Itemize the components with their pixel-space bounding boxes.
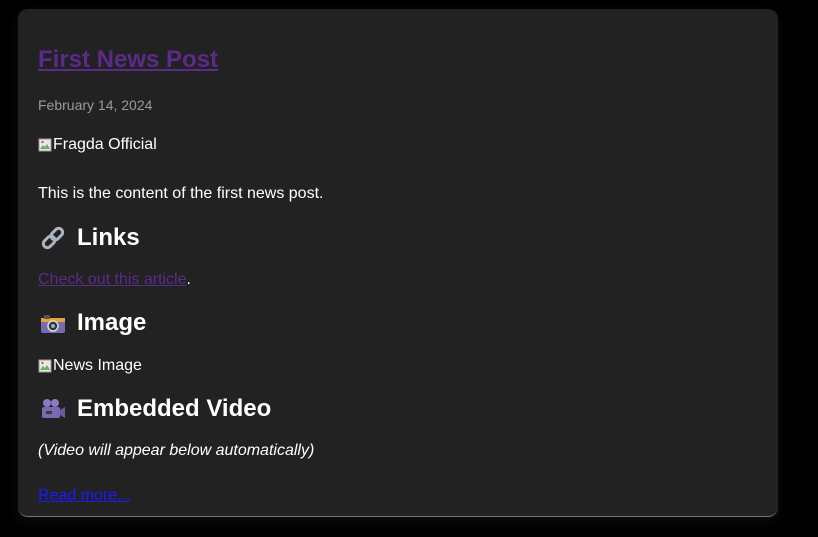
video-note: (Video will appear below automatically) <box>38 442 315 459</box>
link-trailing-punctuation: . <box>186 271 191 288</box>
header-image-alt-text: Fragda Official <box>53 136 157 153</box>
image-heading-text: Image <box>77 309 147 336</box>
post-date: February 14, 2024 <box>38 97 153 113</box>
post-content: This is the content of the first news po… <box>38 185 324 202</box>
video-camera-icon <box>38 396 68 422</box>
image-heading: Image <box>38 309 146 337</box>
news-image: News Image <box>38 357 142 375</box>
links-heading: Links <box>38 224 140 252</box>
header-image: Fragda Official <box>38 136 157 154</box>
news-post-card: First News Post February 14, 2024 Fragda… <box>18 9 778 517</box>
read-more-link[interactable]: Read more... <box>38 487 130 505</box>
links-heading-text: Links <box>77 224 140 251</box>
article-link-line: Check out this article. <box>38 271 191 289</box>
broken-image-icon <box>38 138 52 152</box>
video-heading: Embedded Video <box>38 395 271 423</box>
broken-image-icon <box>38 359 52 373</box>
video-heading-text: Embedded Video <box>77 395 272 422</box>
post-title-link[interactable]: First News Post <box>38 46 218 74</box>
link-icon <box>38 225 68 251</box>
news-image-alt-text: News Image <box>53 357 142 374</box>
camera-icon <box>38 310 68 336</box>
article-link[interactable]: Check out this article <box>38 271 187 288</box>
